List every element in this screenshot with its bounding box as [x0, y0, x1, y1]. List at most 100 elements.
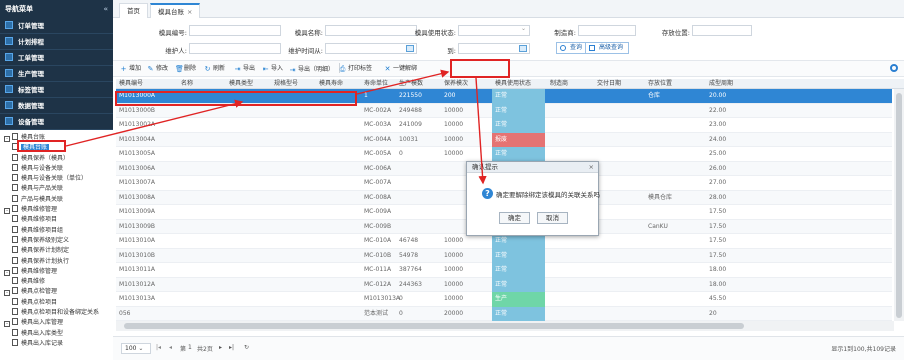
- tree-node[interactable]: - 模具出入库管理: [0, 318, 113, 328]
- tree-node[interactable]: 模具维修项目组: [0, 225, 113, 236]
- sidebar-menu-label: 工单管理: [18, 54, 44, 62]
- tree-node[interactable]: 模具保养计划制定: [0, 246, 113, 256]
- close-icon[interactable]: ×: [589, 162, 594, 173]
- page-input[interactable]: 1: [188, 344, 192, 351]
- collapse-toggle-icon[interactable]: -: [4, 208, 10, 215]
- sidebar-menu-item[interactable]: 订单管理: [0, 18, 113, 34]
- table-row[interactable]: M1013004A MC-004A 10031 10000 24.00 报废: [116, 132, 892, 147]
- page-size-select[interactable]: 100 ⌄: [121, 343, 151, 354]
- column-header[interactable]: 保养模次: [441, 79, 490, 89]
- tree-node[interactable]: 模具保养级别定义: [0, 235, 113, 246]
- file-icon: [12, 308, 18, 316]
- horizontal-scrollbar[interactable]: [116, 321, 894, 331]
- tree-node[interactable]: 模具保养（模具）: [0, 153, 113, 164]
- tree-node[interactable]: 模具与产品关联: [0, 184, 113, 194]
- refresh-icon[interactable]: ↻: [244, 344, 249, 351]
- advanced-query-button[interactable]: 高级查询: [585, 42, 630, 54]
- calendar-icon[interactable]: [519, 45, 527, 52]
- toolbar-trash-button[interactable]: 🗑删除: [175, 63, 196, 75]
- sidebar-menu-item[interactable]: 标签管理: [0, 82, 113, 98]
- table-row[interactable]: M1013002A MC-003A 241009 10000 23.00 正常: [116, 118, 892, 133]
- collapse-icon[interactable]: «: [103, 0, 108, 18]
- column-header[interactable]: 模具类型: [226, 79, 269, 89]
- table-row[interactable]: M1013011A MC-011A 387764 10000 18.00 正常: [116, 263, 892, 278]
- tree-node[interactable]: - 模具维修管理: [0, 205, 113, 215]
- column-header[interactable]: 寿命单位: [361, 79, 394, 89]
- maker-input[interactable]: [578, 25, 636, 36]
- tree-node[interactable]: 模具与设备关联（单位）: [0, 174, 113, 184]
- toolbar-export-detail-button[interactable]: ⇥ 导出（明细）: [289, 63, 341, 75]
- ok-button[interactable]: 确定: [499, 212, 530, 224]
- filter-icon: [589, 45, 595, 51]
- status-select[interactable]: ⌄: [458, 25, 530, 36]
- tree-node[interactable]: 模具点检项目和设备绑定关系: [0, 308, 113, 318]
- question-icon: ?: [482, 188, 493, 199]
- collapse-toggle-icon[interactable]: -: [4, 269, 10, 276]
- toolbar-refresh-button[interactable]: ↻ 刷新: [204, 63, 225, 75]
- tree-node[interactable]: 模具维修: [0, 277, 113, 287]
- tree-node[interactable]: 模具出入库类型: [0, 328, 113, 339]
- column-header[interactable]: 模具编号: [116, 79, 176, 89]
- collapse-toggle-icon[interactable]: -: [4, 321, 10, 328]
- collapse-toggle-icon[interactable]: -: [4, 290, 10, 297]
- table-row[interactable]: M1013012A MC-012A 244363 10000 18.00 正常: [116, 277, 892, 292]
- table-row[interactable]: M1013005A MC-005A 0 10000 25.00 正常: [116, 147, 892, 162]
- toolbar-import-button[interactable]: ⇤ 导入: [262, 63, 283, 75]
- tree-node[interactable]: 模具与设备关联: [0, 163, 113, 174]
- column-header[interactable]: 成型周期: [706, 79, 766, 89]
- file-icon: [12, 184, 18, 192]
- tree-node[interactable]: - 模具点检管理: [0, 287, 113, 297]
- tree-node-label: 模具维修管理: [21, 267, 58, 275]
- tree-node-label: 模具保养级别定义: [21, 236, 70, 244]
- toolbar-edit-button[interactable]: ✎ 修改: [147, 63, 168, 75]
- table-row[interactable]: M1013010A MC-010A 46748 10000 17.50 正常: [116, 234, 892, 249]
- tab-bar: 首页 模具台账 ×: [113, 0, 904, 18]
- toolbar-print-button[interactable]: ⎙ 打印标签: [339, 63, 372, 75]
- tab-home[interactable]: 首页: [119, 3, 148, 18]
- column-header[interactable]: 模具使用状态: [492, 79, 545, 89]
- sidebar-menu-item[interactable]: 工单管理: [0, 50, 113, 66]
- tree-node[interactable]: 模具维修项目: [0, 215, 113, 225]
- column-header[interactable]: 模具寿命: [316, 79, 359, 89]
- column-header[interactable]: 制造商: [547, 79, 592, 89]
- prev-page-icon[interactable]: ◂: [169, 344, 172, 351]
- tree-node[interactable]: 模具出入库记录: [0, 338, 113, 349]
- tree-node[interactable]: - 模具维修管理: [0, 266, 113, 277]
- vertical-scrollbar[interactable]: [894, 89, 904, 321]
- close-icon[interactable]: ×: [187, 8, 192, 16]
- next-page-icon[interactable]: ▸: [219, 344, 222, 351]
- cancel-button[interactable]: 取消: [537, 212, 568, 224]
- column-header[interactable]: 规格型号: [271, 79, 314, 89]
- maint-time-to-input[interactable]: [458, 43, 530, 54]
- sidebar-menu-item[interactable]: 计划排程: [0, 34, 113, 50]
- location-input[interactable]: [692, 25, 752, 36]
- toolbar-export-button[interactable]: ⇥ 导出: [234, 63, 255, 75]
- table-cell-location: [645, 205, 693, 219]
- sidebar-menu-item[interactable]: 数据管理: [0, 98, 113, 114]
- tree-node[interactable]: 产品与模具关联: [0, 194, 113, 205]
- sidebar-menu-item[interactable]: 生产管理: [0, 66, 113, 82]
- tab-mold-ledger[interactable]: 模具台账 ×: [150, 3, 201, 18]
- sidebar-menu-item[interactable]: 设备管理: [0, 114, 113, 130]
- tree-node[interactable]: 模具点检项目: [0, 297, 113, 308]
- table-row[interactable]: M1013013A M1013013A 0 10000 45.50 生产: [116, 292, 892, 307]
- tree-node[interactable]: 模具保养计划执行: [0, 256, 113, 267]
- table-cell-location: 模具仓库: [648, 193, 673, 201]
- column-header[interactable]: 交付日期: [594, 79, 643, 89]
- file-icon: [12, 256, 18, 264]
- location-label: 存放位置:: [661, 29, 690, 37]
- table-row[interactable]: M1013010B MC-010B 54978 10000 17.50 正常: [116, 248, 892, 263]
- column-header[interactable]: 名称: [178, 79, 224, 89]
- column-header[interactable]: 存放位置: [645, 79, 704, 89]
- tree-node-label: 产品与模具关联: [21, 195, 64, 203]
- gear-icon[interactable]: [890, 64, 898, 72]
- toolbar-unbind-button[interactable]: ✕ 一键解绑: [384, 63, 417, 75]
- first-page-icon[interactable]: |◂: [156, 344, 161, 351]
- query-button[interactable]: 查询: [556, 42, 589, 54]
- column-header[interactable]: 生产模数: [396, 79, 439, 89]
- toolbar-plus-button[interactable]: + 增加: [120, 63, 141, 75]
- last-page-icon[interactable]: ▸|: [229, 344, 234, 351]
- table-row[interactable]: 056 范本测试 0 20000 20 正常: [116, 306, 892, 321]
- table-cell-no: M1013010B: [119, 251, 156, 259]
- collapse-toggle-icon[interactable]: -: [4, 136, 10, 142]
